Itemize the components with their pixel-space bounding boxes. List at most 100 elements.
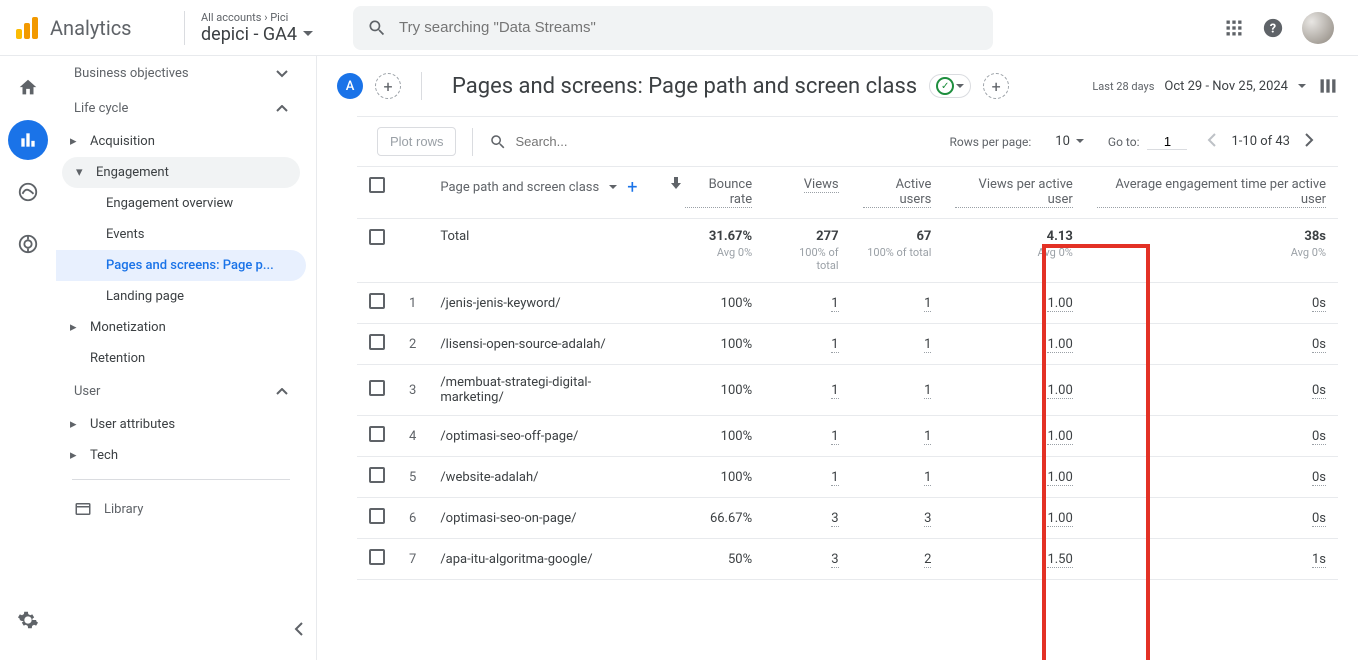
sidebar-item-engagement[interactable]: ▾Engagement xyxy=(62,157,300,188)
rail-home[interactable] xyxy=(8,68,48,108)
global-search[interactable] xyxy=(353,6,993,50)
row-index: 3 xyxy=(397,365,428,416)
pager-range: 1-10 of 43 xyxy=(1231,134,1290,149)
sidebar-item-landing[interactable]: Landing page xyxy=(56,281,306,312)
check-circle-icon: ✓ xyxy=(936,77,954,95)
row-aet: 1s xyxy=(1085,539,1338,580)
row-active: 1 xyxy=(851,416,944,457)
goto-page: Go to: xyxy=(1108,134,1188,150)
pager-next[interactable] xyxy=(1300,129,1318,155)
sidebar-group-business[interactable]: Business objectives xyxy=(56,56,306,91)
row-path[interactable]: /optimasi-seo-on-page/ xyxy=(428,498,658,539)
table-search-input[interactable] xyxy=(515,134,695,149)
add-dimension-button[interactable]: + xyxy=(627,177,637,198)
sidebar-collapse-button[interactable] xyxy=(294,622,304,640)
report-status-pill[interactable]: ✓ xyxy=(929,74,971,98)
col-views[interactable]: Views xyxy=(764,167,850,219)
table-row: 5 /website-adalah/ 100% 1 1 1.00 0s xyxy=(357,457,1338,498)
row-path[interactable]: /lisensi-open-source-adalah/ xyxy=(428,324,658,365)
row-views: 1 xyxy=(764,416,850,457)
row-aet: 0s xyxy=(1085,416,1338,457)
date-range-picker[interactable]: Last 28 days Oct 29 - Nov 25, 2024 xyxy=(1092,79,1306,94)
table-search[interactable] xyxy=(489,133,695,151)
caret-down-icon xyxy=(956,84,964,89)
search-input[interactable] xyxy=(399,19,979,36)
data-table: Page path and screen class + Bounce rate xyxy=(357,167,1338,580)
pager: 1-10 of 43 xyxy=(1203,129,1318,155)
row-path[interactable]: /apa-itu-algoritma-google/ xyxy=(428,539,658,580)
row-bounce: 50% xyxy=(659,539,765,580)
app-header: Analytics All accounts › Pici depici - G… xyxy=(0,0,1358,56)
row-views: 1 xyxy=(764,324,850,365)
row-index: 2 xyxy=(397,324,428,365)
row-vpau: 1.00 xyxy=(943,416,1084,457)
sidebar-item-acquisition[interactable]: ▸Acquisition xyxy=(56,126,306,157)
row-checkbox[interactable] xyxy=(369,293,385,309)
row-checkbox[interactable] xyxy=(369,229,385,245)
row-index: 6 xyxy=(397,498,428,539)
rows-per-page-select[interactable]: 10 xyxy=(1055,134,1084,149)
sidebar-group-user[interactable]: User xyxy=(56,374,306,409)
sort-arrow-down-icon xyxy=(671,177,681,189)
goto-page-input[interactable] xyxy=(1147,134,1187,150)
row-checkbox[interactable] xyxy=(369,380,385,396)
row-active: 1 xyxy=(851,283,944,324)
col-avg-engagement[interactable]: Average engagement time per active user xyxy=(1085,167,1338,219)
sidebar-item-monetization[interactable]: ▸Monetization xyxy=(56,312,306,343)
select-all-checkbox[interactable] xyxy=(369,177,385,193)
search-icon xyxy=(489,133,507,151)
col-active-users[interactable]: Active users xyxy=(851,167,944,219)
main-content: A + Pages and screens: Page path and scr… xyxy=(316,56,1358,660)
sidebar-item-retention[interactable]: ▸Retention xyxy=(56,343,306,374)
row-checkbox[interactable] xyxy=(369,508,385,524)
row-path[interactable]: /website-adalah/ xyxy=(428,457,658,498)
add-comparison-button[interactable]: + xyxy=(375,73,401,99)
dimension-header[interactable]: Page path and screen class + xyxy=(428,167,658,219)
row-path[interactable]: /membuat-strategi-digital-marketing/ xyxy=(428,365,658,416)
sidebar-group-lifecycle[interactable]: Life cycle xyxy=(56,91,306,126)
sidebar: Business objectives Life cycle ▸Acquisit… xyxy=(56,56,316,660)
library-icon xyxy=(74,500,92,518)
row-aet: 0s xyxy=(1085,283,1338,324)
user-avatar[interactable] xyxy=(1302,12,1334,44)
sidebar-item-events[interactable]: Events xyxy=(56,219,306,250)
audience-badge[interactable]: A xyxy=(337,73,363,99)
rail-explore[interactable] xyxy=(8,172,48,212)
row-checkbox[interactable] xyxy=(369,426,385,442)
row-path[interactable]: /jenis-jenis-keyword/ xyxy=(428,283,658,324)
row-index: 5 xyxy=(397,457,428,498)
sidebar-item-user-attributes[interactable]: ▸User attributes xyxy=(56,409,306,440)
row-checkbox[interactable] xyxy=(369,467,385,483)
sidebar-item-pages-screens[interactable]: Pages and screens: Page p... xyxy=(56,250,306,281)
sidebar-library[interactable]: Library xyxy=(56,488,306,530)
nav-rail xyxy=(0,56,56,660)
col-bounce-rate[interactable]: Bounce rate xyxy=(659,167,765,219)
caret-down-icon[interactable] xyxy=(609,185,617,190)
plot-rows-button[interactable]: Plot rows xyxy=(377,127,456,156)
account-breadcrumb: All accounts › Pici xyxy=(201,11,313,24)
brand-name: Analytics xyxy=(50,16,132,40)
table-toolbar: Plot rows Rows per page: 10 Go to: xyxy=(357,117,1338,167)
row-path[interactable]: /optimasi-seo-off-page/ xyxy=(428,416,658,457)
row-vpau: 1.00 xyxy=(943,283,1084,324)
row-checkbox[interactable] xyxy=(369,549,385,565)
row-checkbox[interactable] xyxy=(369,334,385,350)
sidebar-item-engagement-overview[interactable]: Engagement overview xyxy=(56,188,306,219)
row-vpau: 1.00 xyxy=(943,498,1084,539)
add-filter-button[interactable]: + xyxy=(983,73,1009,99)
customize-report-icon[interactable] xyxy=(1318,76,1338,96)
pager-prev[interactable] xyxy=(1203,129,1221,155)
rail-admin[interactable] xyxy=(8,600,48,640)
row-index: 1 xyxy=(397,283,428,324)
rail-advertising[interactable] xyxy=(8,224,48,264)
row-active: 1 xyxy=(851,457,944,498)
apps-icon[interactable] xyxy=(1224,18,1244,38)
sidebar-item-tech[interactable]: ▸Tech xyxy=(56,440,306,471)
account-selector[interactable]: All accounts › Pici depici - GA4 xyxy=(184,11,313,45)
help-icon[interactable]: ? xyxy=(1262,17,1284,39)
table-row: 4 /optimasi-seo-off-page/ 100% 1 1 1.00 … xyxy=(357,416,1338,457)
property-name[interactable]: depici - GA4 xyxy=(201,24,313,45)
col-views-per-user[interactable]: Views per active user xyxy=(943,167,1084,219)
rail-reports[interactable] xyxy=(8,120,48,160)
chevron-up-icon xyxy=(276,388,288,396)
